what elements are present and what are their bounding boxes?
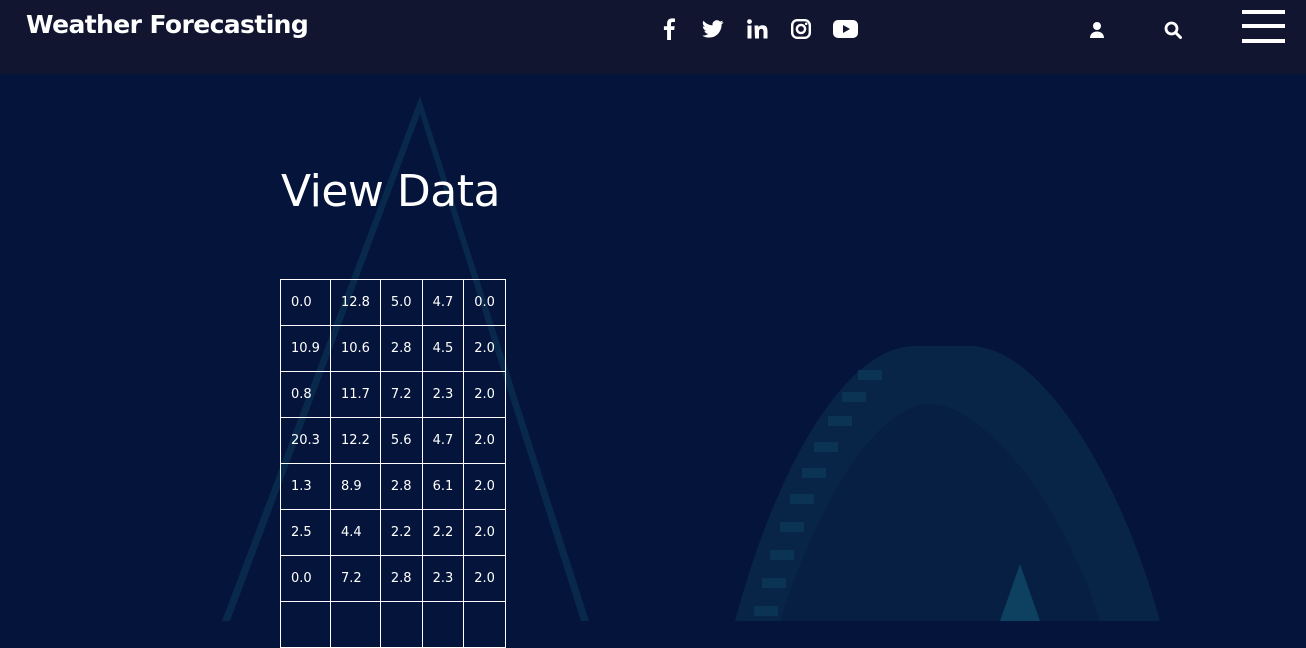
table-cell: 2.3: [421, 555, 465, 602]
table-cell: 2.8: [379, 555, 423, 602]
table-row: 0.8 11.7 7.2 2.3 2.0: [280, 371, 506, 418]
table-cell: 4.7: [421, 279, 465, 326]
table-row: 2.5 4.4 2.2 2.2 2.0: [280, 509, 506, 556]
table-cell: 6.1: [421, 463, 465, 510]
table-cell: [379, 601, 423, 648]
table-cell: 5.6: [379, 417, 423, 464]
table-row: 0.0 7.2 2.8 2.3 2.0: [280, 555, 506, 602]
table-cell: 2.0: [463, 463, 506, 510]
table-cell: 2.2: [379, 509, 423, 556]
background-decoration: [222, 96, 1160, 621]
table-cell: 2.0: [463, 325, 506, 372]
table-cell: 4.7: [421, 417, 465, 464]
twitter-icon[interactable]: [700, 15, 726, 43]
table-row: 10.9 10.6 2.8 4.5 2.0: [280, 325, 506, 372]
search-icon[interactable]: [1162, 18, 1184, 42]
table-cell: 5.0: [379, 279, 423, 326]
linkedin-icon[interactable]: [744, 15, 770, 43]
table-cell: 7.2: [379, 371, 423, 418]
table-cell: 7.2: [329, 555, 381, 602]
youtube-icon[interactable]: [832, 15, 858, 43]
user-icon[interactable]: [1086, 18, 1108, 42]
site-brand[interactable]: Weather Forecasting: [26, 10, 309, 39]
table-cell: 2.2: [421, 509, 465, 556]
menu-icon[interactable]: [1242, 10, 1285, 44]
table-cell: 10.6: [329, 325, 381, 372]
table-cell: 0.0: [280, 279, 331, 326]
table-cell: 20.3: [280, 417, 331, 464]
table-cell: 10.9: [280, 325, 331, 372]
table-cell: 4.4: [329, 509, 381, 556]
table-cell: 2.0: [463, 417, 506, 464]
table-cell: 12.2: [329, 417, 381, 464]
table-cell: 0.8: [280, 371, 331, 418]
table-cell: 2.8: [379, 325, 423, 372]
facebook-icon[interactable]: [656, 15, 682, 43]
table-cell: 2.8: [379, 463, 423, 510]
top-navbar: Weather Forecasting: [0, 0, 1306, 74]
table-row: 20.3 12.2 5.6 4.7 2.0: [280, 417, 506, 464]
table-row: [280, 601, 506, 648]
data-table: 0.0 12.8 5.0 4.7 0.0 10.9 10.6 2.8 4.5 2.0 0.8 11.7…: [280, 279, 506, 648]
table-cell: 0.0: [463, 279, 506, 326]
social-links: [656, 14, 858, 44]
table-cell: 12.8: [329, 279, 381, 326]
table-cell: 11.7: [329, 371, 381, 418]
table-cell: 2.0: [463, 371, 506, 418]
instagram-icon[interactable]: [788, 15, 814, 43]
table-cell: 2.0: [463, 555, 506, 602]
table-row: 0.0 12.8 5.0 4.7 0.0: [280, 279, 506, 326]
table-cell: 8.9: [329, 463, 381, 510]
page-title: View Data: [281, 166, 500, 217]
table-cell: [421, 601, 465, 648]
table-cell: [280, 601, 331, 648]
table-cell: 0.0: [280, 555, 331, 602]
table-cell: 4.5: [421, 325, 465, 372]
table-cell: [329, 601, 381, 648]
table-cell: 2.3: [421, 371, 465, 418]
table-cell: 2.5: [280, 509, 331, 556]
table-cell: [463, 601, 506, 648]
table-row: 1.3 8.9 2.8 6.1 2.0: [280, 463, 506, 510]
table-cell: 1.3: [280, 463, 331, 510]
table-cell: 2.0: [463, 509, 506, 556]
